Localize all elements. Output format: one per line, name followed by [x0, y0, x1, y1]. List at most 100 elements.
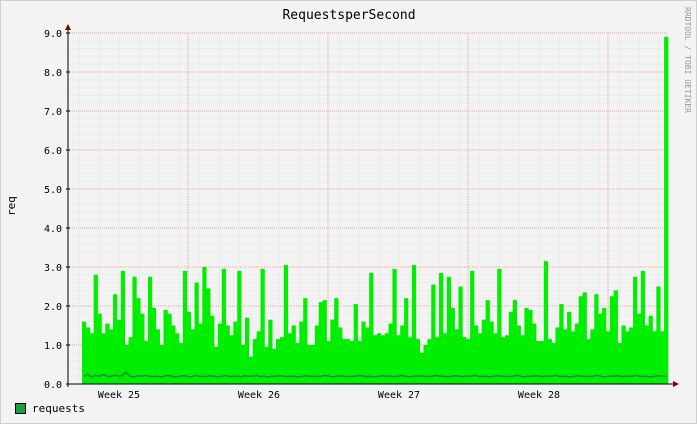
bar — [260, 268, 265, 384]
bar — [439, 272, 444, 384]
requests-chart: RequestsperSecond req RRDTOOL / TOBI OET… — [5, 7, 692, 401]
x-tick-label: Week 26 — [238, 390, 280, 401]
bar — [404, 298, 409, 384]
y-tick-label: 7.0 — [44, 107, 62, 118]
y-tick-label: 0.0 — [44, 380, 62, 391]
bar — [276, 339, 281, 384]
bar — [648, 315, 653, 384]
bar — [512, 300, 517, 384]
bar — [664, 36, 669, 385]
bar — [101, 333, 106, 384]
bar — [349, 341, 354, 384]
bar — [237, 270, 242, 384]
bar — [543, 261, 549, 384]
bar — [221, 268, 226, 384]
y-tick-label: 1.0 — [44, 341, 62, 352]
bar — [621, 325, 626, 384]
y-tick-label: 6.0 — [44, 146, 62, 157]
bar — [582, 292, 587, 384]
bar — [120, 270, 126, 384]
bar — [167, 313, 172, 384]
bar — [291, 325, 296, 384]
bar — [609, 296, 615, 384]
graph-frame: RequestsperSecond req RRDTOOL / TOBI OET… — [0, 0, 697, 424]
y-tick-labels: 0.0 1.0 2.0 3.0 4.0 5.0 6.0 7.0 8.0 9.0 — [44, 29, 62, 391]
chart-title: RequestsperSecond — [282, 8, 415, 23]
bar — [198, 323, 203, 384]
bar — [113, 294, 118, 384]
bar — [93, 274, 98, 384]
bar — [574, 323, 580, 384]
legend: requests — [15, 402, 85, 415]
bar — [365, 327, 370, 384]
bar — [303, 298, 308, 384]
bar — [594, 294, 599, 384]
bar — [640, 270, 646, 384]
bar — [551, 343, 556, 384]
x-tick-labels: Week 25 Week 26 Week 27 Week 28 — [98, 390, 560, 401]
bar — [105, 323, 110, 384]
y-tick-label: 4.0 — [44, 224, 62, 235]
bar — [186, 311, 192, 384]
bar — [310, 345, 316, 384]
bar — [171, 325, 176, 384]
y-tick-label: 9.0 — [44, 29, 62, 40]
bar — [470, 270, 475, 384]
watermark: RRDTOOL / TOBI OETIKER — [683, 7, 692, 113]
bar — [322, 300, 327, 384]
bar — [342, 339, 347, 384]
bar — [124, 345, 129, 384]
bar — [524, 307, 529, 384]
bar — [326, 341, 331, 384]
bar — [248, 356, 254, 384]
bar — [194, 282, 199, 384]
bar — [144, 341, 149, 384]
x-tick-label: Week 27 — [378, 390, 420, 401]
bar — [314, 325, 320, 384]
bar — [210, 315, 215, 384]
bar — [318, 302, 323, 384]
bar — [264, 346, 269, 384]
bar — [617, 343, 622, 384]
bar — [140, 313, 145, 384]
bar — [299, 321, 304, 384]
bars — [82, 36, 669, 385]
bar — [233, 321, 238, 384]
y-tick-label: 3.0 — [44, 263, 62, 274]
legend-label-requests: requests — [32, 402, 85, 415]
bar — [613, 290, 618, 384]
bar — [295, 343, 300, 384]
bar — [458, 286, 463, 384]
bar — [567, 311, 572, 384]
bar — [330, 319, 335, 384]
bar — [206, 288, 211, 384]
bar — [307, 345, 312, 384]
bar — [179, 343, 184, 384]
bar — [578, 296, 583, 384]
bar — [446, 276, 452, 384]
bar — [559, 304, 564, 384]
bar — [392, 268, 397, 384]
bar — [136, 298, 141, 384]
bar — [202, 267, 207, 384]
bar — [132, 276, 137, 384]
bar — [528, 309, 533, 384]
bar — [481, 319, 486, 384]
y-tick-label: 2.0 — [44, 302, 62, 313]
bar — [539, 341, 545, 384]
bar — [353, 304, 358, 384]
bar — [450, 307, 455, 384]
bar — [547, 339, 552, 384]
bar — [636, 313, 642, 384]
bar — [656, 286, 661, 384]
bar — [644, 325, 649, 384]
bar — [217, 323, 223, 384]
bar — [415, 339, 420, 384]
bar — [501, 337, 506, 384]
bar — [361, 321, 366, 384]
bar — [241, 345, 246, 384]
bar — [213, 346, 219, 384]
y-tick-label: 8.0 — [44, 68, 62, 79]
bar — [536, 341, 541, 384]
bar — [151, 307, 157, 384]
